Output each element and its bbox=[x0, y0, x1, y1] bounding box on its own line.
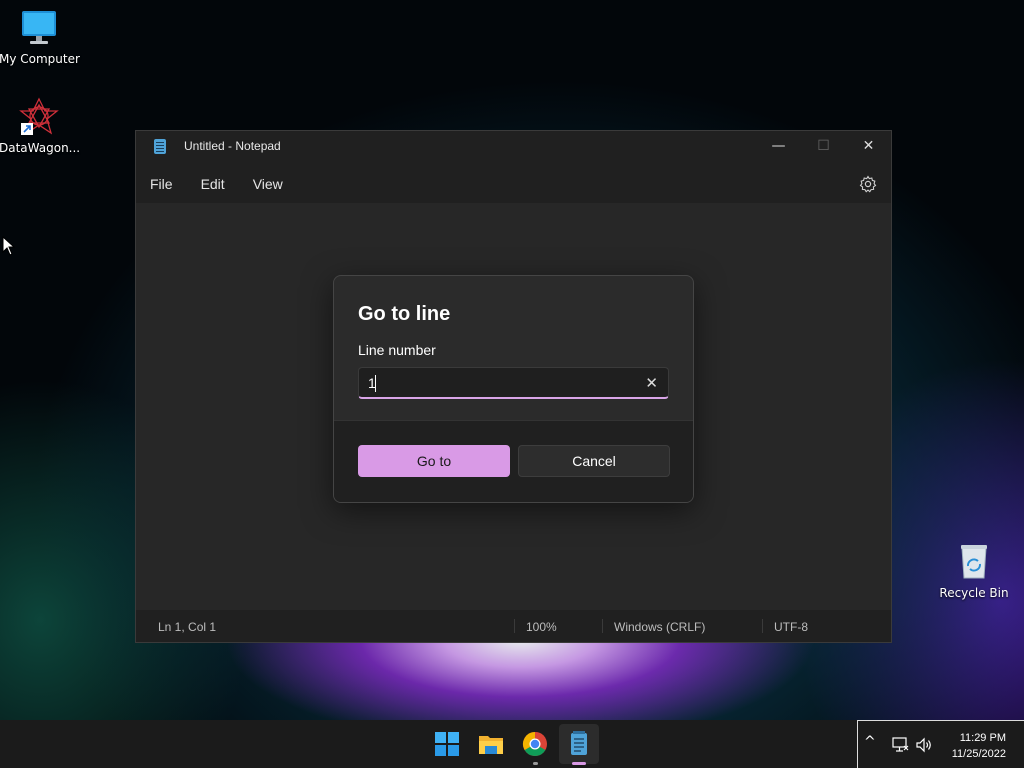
status-divider bbox=[762, 619, 763, 633]
chevron-up-icon[interactable]: ^ bbox=[864, 734, 876, 750]
desktop-icon-label: Recycle Bin bbox=[939, 586, 1009, 600]
menu-view[interactable]: View bbox=[239, 176, 297, 192]
dialog-footer: Go to Cancel bbox=[334, 420, 693, 502]
datawagon-app-icon bbox=[19, 97, 59, 137]
desktop-icon-my-computer[interactable]: My Computer bbox=[0, 8, 80, 66]
network-icon[interactable] bbox=[891, 737, 909, 757]
go-to-line-dialog: Go to line Line number 1 ✕ Go to Cancel bbox=[333, 275, 694, 503]
running-indicator bbox=[533, 762, 538, 765]
go-to-button[interactable]: Go to bbox=[358, 445, 510, 477]
line-number-label: Line number bbox=[358, 342, 436, 358]
menu-edit[interactable]: Edit bbox=[187, 176, 239, 192]
close-button[interactable]: ✕ bbox=[846, 131, 891, 161]
monitor-icon bbox=[19, 8, 59, 48]
status-bar: Ln 1, Col 1 100% Windows (CRLF) UTF-8 bbox=[136, 610, 891, 642]
desktop-icon-datawagon[interactable]: DataWagon... bbox=[0, 97, 81, 155]
system-tray: ^ 11:29 PM 11/25/2022 bbox=[857, 720, 1024, 768]
status-divider bbox=[514, 619, 515, 633]
clock-time: 11:29 PM bbox=[959, 732, 1006, 744]
status-encoding: UTF-8 bbox=[774, 620, 808, 634]
notepad-icon[interactable] bbox=[565, 730, 593, 765]
clock-date: 11/25/2022 bbox=[951, 748, 1006, 760]
minimize-button[interactable]: — bbox=[756, 131, 801, 161]
clock[interactable]: 11:29 PM 11/25/2022 bbox=[952, 730, 1006, 762]
text-caret bbox=[375, 375, 376, 392]
maximize-button[interactable]: ☐ bbox=[801, 131, 846, 161]
status-position: Ln 1, Col 1 bbox=[158, 620, 217, 634]
title-bar[interactable]: Untitled - Notepad — ☐ ✕ bbox=[136, 131, 891, 161]
dialog-title: Go to line bbox=[358, 303, 451, 325]
menu-file[interactable]: File bbox=[136, 176, 187, 192]
volume-icon[interactable] bbox=[915, 737, 933, 757]
start-icon[interactable] bbox=[433, 730, 461, 758]
desktop-icon-label: DataWagon... bbox=[0, 141, 81, 155]
status-divider bbox=[602, 619, 603, 633]
clear-icon[interactable]: ✕ bbox=[645, 374, 658, 392]
cancel-button[interactable]: Cancel bbox=[518, 445, 670, 477]
file-explorer-icon[interactable] bbox=[477, 730, 505, 758]
window-title: Untitled - Notepad bbox=[184, 139, 281, 153]
chrome-icon[interactable] bbox=[521, 730, 549, 765]
taskbar: ^ 11:29 PM 11/25/2022 bbox=[0, 720, 1024, 768]
notepad-icon bbox=[154, 139, 166, 154]
desktop-icon-recycle-bin[interactable]: Recycle Bin bbox=[934, 542, 1014, 600]
active-indicator bbox=[572, 762, 586, 765]
line-number-input[interactable]: 1 ✕ bbox=[358, 367, 669, 399]
desktop-icon-label: My Computer bbox=[0, 52, 80, 66]
recycle-bin-icon bbox=[954, 542, 994, 582]
menu-bar: File Edit View bbox=[136, 165, 891, 203]
status-line-ending: Windows (CRLF) bbox=[614, 620, 706, 634]
status-zoom: 100% bbox=[526, 620, 557, 634]
gear-icon[interactable] bbox=[859, 175, 877, 193]
